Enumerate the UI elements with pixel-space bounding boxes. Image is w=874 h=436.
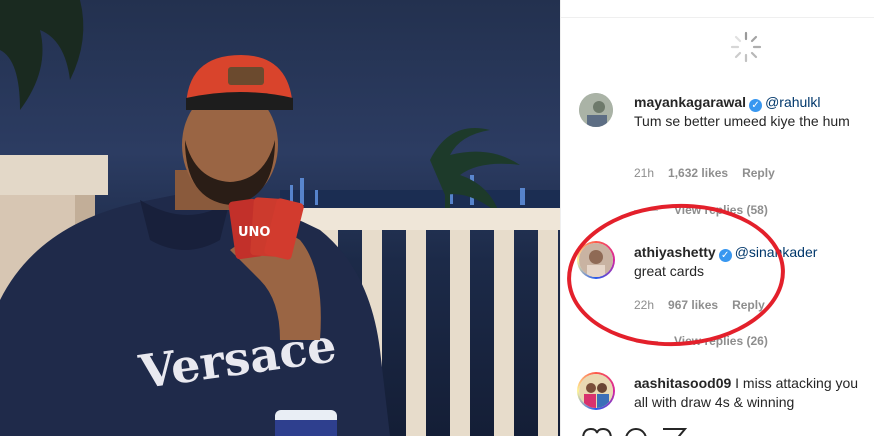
comment-time[interactable]: 22h: [634, 298, 654, 312]
avatar[interactable]: [577, 241, 615, 279]
divider: [561, 17, 874, 18]
comment-mention[interactable]: @sinankader: [735, 244, 818, 260]
comment-username[interactable]: mayankagarawal: [634, 94, 746, 110]
divider-dash: [634, 210, 658, 212]
comment-meta: 22h 967 likes Reply: [634, 298, 779, 312]
avatar[interactable]: [577, 372, 615, 410]
view-replies-label: View replies (26): [674, 334, 768, 348]
comment-body: aashitasood09 I miss attacking you all w…: [634, 374, 864, 412]
heart-icon[interactable]: [582, 427, 612, 436]
action-bar: [579, 426, 699, 436]
comment-mention[interactable]: @rahulkl: [765, 94, 820, 110]
comment-likes[interactable]: 967 likes: [668, 298, 718, 312]
share-icon[interactable]: [663, 428, 688, 436]
avatar[interactable]: [579, 93, 613, 127]
comment-time[interactable]: 21h: [634, 166, 654, 180]
comment-username[interactable]: athiyashetty: [634, 244, 716, 260]
comment-icon[interactable]: [625, 428, 647, 436]
view-replies-label: View replies (58): [674, 203, 768, 217]
card-text: UNO: [238, 225, 271, 240]
comment-text: Tum se better umeed kiye the hum: [634, 113, 850, 129]
comment-meta: 21h 1,632 likes Reply: [634, 166, 789, 180]
verified-badge-icon: ✓: [749, 99, 763, 112]
comment-likes[interactable]: 1,632 likes: [668, 166, 728, 180]
reply-button[interactable]: Reply: [732, 298, 765, 312]
palm-tree-left: [0, 0, 84, 110]
view-replies-button[interactable]: View replies (58): [634, 203, 768, 217]
loading-spinner-icon: [730, 31, 762, 63]
comment-body: mayankagarawal ✓ @rahulkl Tum se better um…: [634, 93, 864, 131]
photo-illustration: Versace UNO: [0, 0, 560, 436]
comment-body: athiyashetty ✓ @sinankader great cards: [634, 243, 864, 281]
comment-text: great cards: [634, 263, 705, 279]
post-photo[interactable]: Versace UNO: [0, 0, 560, 436]
reply-button[interactable]: Reply: [742, 166, 775, 180]
view-replies-button[interactable]: View replies (26): [634, 334, 768, 348]
divider-dash: [634, 341, 658, 343]
comments-panel[interactable]: mayankagarawal ✓ @rahulkl Tum se better um…: [560, 0, 874, 436]
comment-username[interactable]: aashitasood09: [634, 375, 731, 391]
verified-badge-icon: ✓: [718, 249, 732, 262]
